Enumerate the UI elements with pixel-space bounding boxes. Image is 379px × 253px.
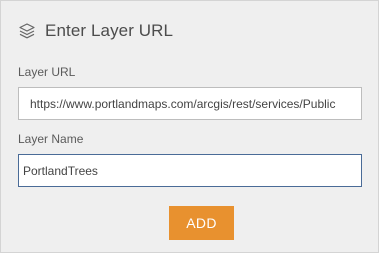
- add-button[interactable]: ADD: [169, 206, 234, 240]
- enter-layer-url-panel: Enter Layer URL Layer URL Layer Name ADD: [0, 0, 379, 253]
- panel-header: Enter Layer URL: [18, 19, 173, 43]
- layer-url-input[interactable]: [18, 87, 362, 120]
- layers-icon: [18, 22, 36, 40]
- layer-name-input[interactable]: [18, 154, 362, 187]
- layer-name-label: Layer Name: [18, 132, 84, 146]
- panel-title: Enter Layer URL: [45, 21, 174, 40]
- layer-url-label: Layer URL: [18, 65, 76, 79]
